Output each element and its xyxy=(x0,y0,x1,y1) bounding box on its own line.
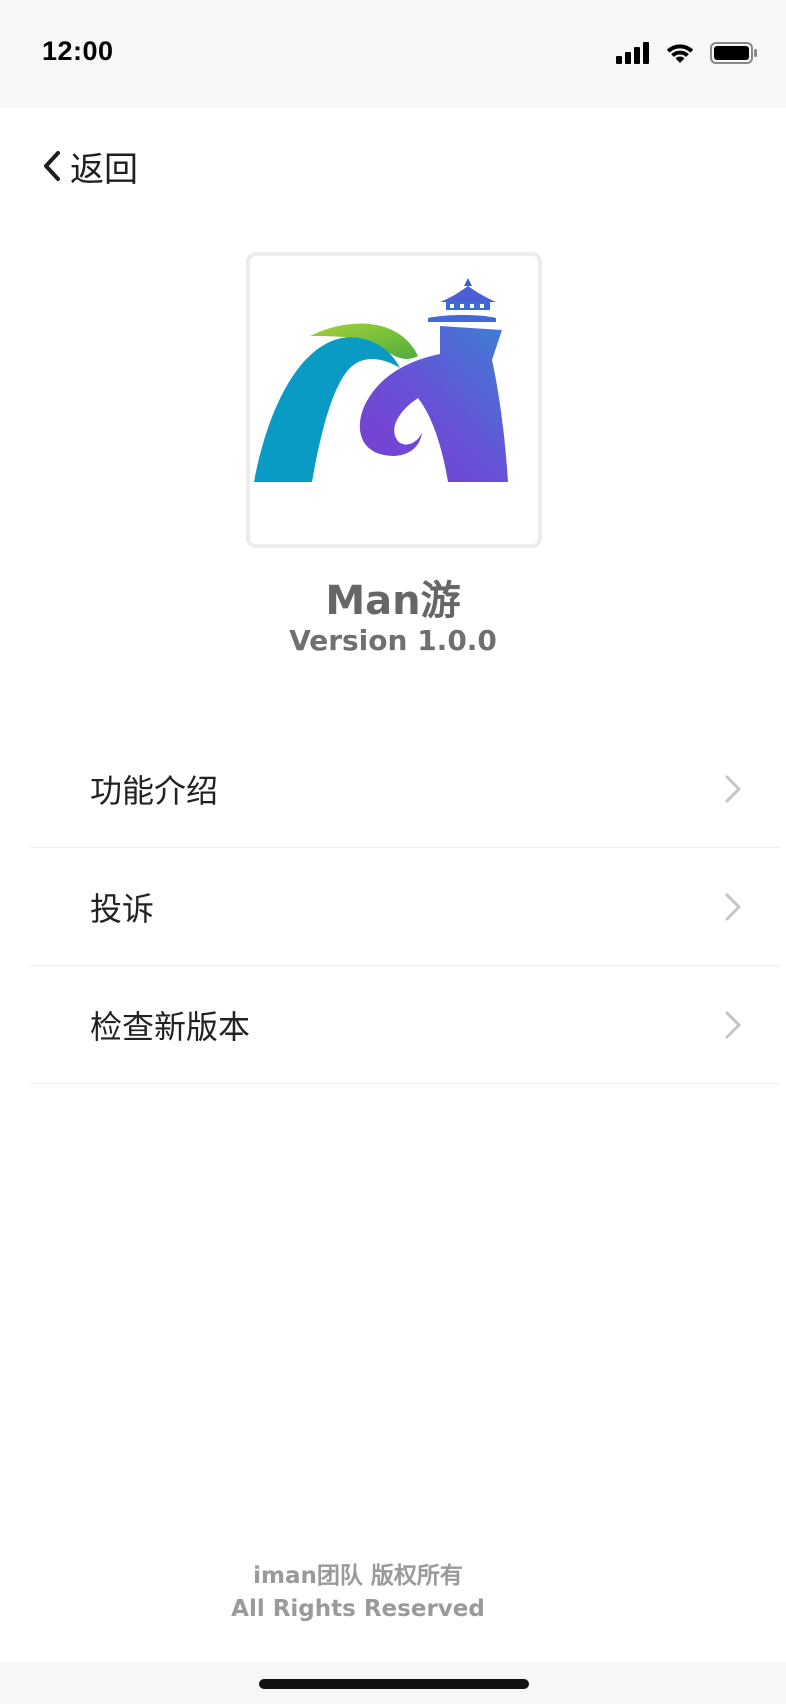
rights-reserved-text: All Rights Reserved xyxy=(231,1596,485,1622)
chevron-right-icon xyxy=(725,893,741,920)
menu-item-check-update[interactable]: 检查新版本 xyxy=(30,966,780,1084)
about-screen: 12:00 返回 Man游 Version 1.0.0 功能介绍 投诉 检查新版… xyxy=(0,0,786,1704)
home-indicator-area xyxy=(0,1662,786,1704)
menu-item-label: 投诉 xyxy=(90,889,155,928)
app-logo-icon xyxy=(246,252,542,548)
app-name: Man游 xyxy=(325,578,461,624)
battery-icon xyxy=(710,42,757,64)
status-bar: 12:00 xyxy=(0,0,786,108)
chevron-right-icon xyxy=(725,775,741,802)
wifi-icon xyxy=(666,44,694,63)
menu-item-label: 检查新版本 xyxy=(90,1007,251,1046)
copyright-text: iman团队 版权所有 xyxy=(253,1563,463,1589)
status-time: 12:00 xyxy=(42,36,114,66)
app-version: Version 1.0.0 xyxy=(289,624,497,657)
menu-item-label: 功能介绍 xyxy=(90,771,219,810)
chevron-right-icon xyxy=(725,1011,741,1038)
menu-list: 功能介绍 投诉 检查新版本 xyxy=(30,730,780,1084)
home-indicator[interactable] xyxy=(259,1679,529,1689)
back-label: 返回 xyxy=(70,149,138,190)
back-button[interactable]: 返回 xyxy=(40,140,138,192)
status-icons xyxy=(616,38,758,68)
chevron-left-icon xyxy=(44,151,60,181)
menu-item-complaint[interactable]: 投诉 xyxy=(30,848,780,966)
menu-item-feature-intro[interactable]: 功能介绍 xyxy=(30,730,780,848)
signal-icon xyxy=(616,42,649,64)
